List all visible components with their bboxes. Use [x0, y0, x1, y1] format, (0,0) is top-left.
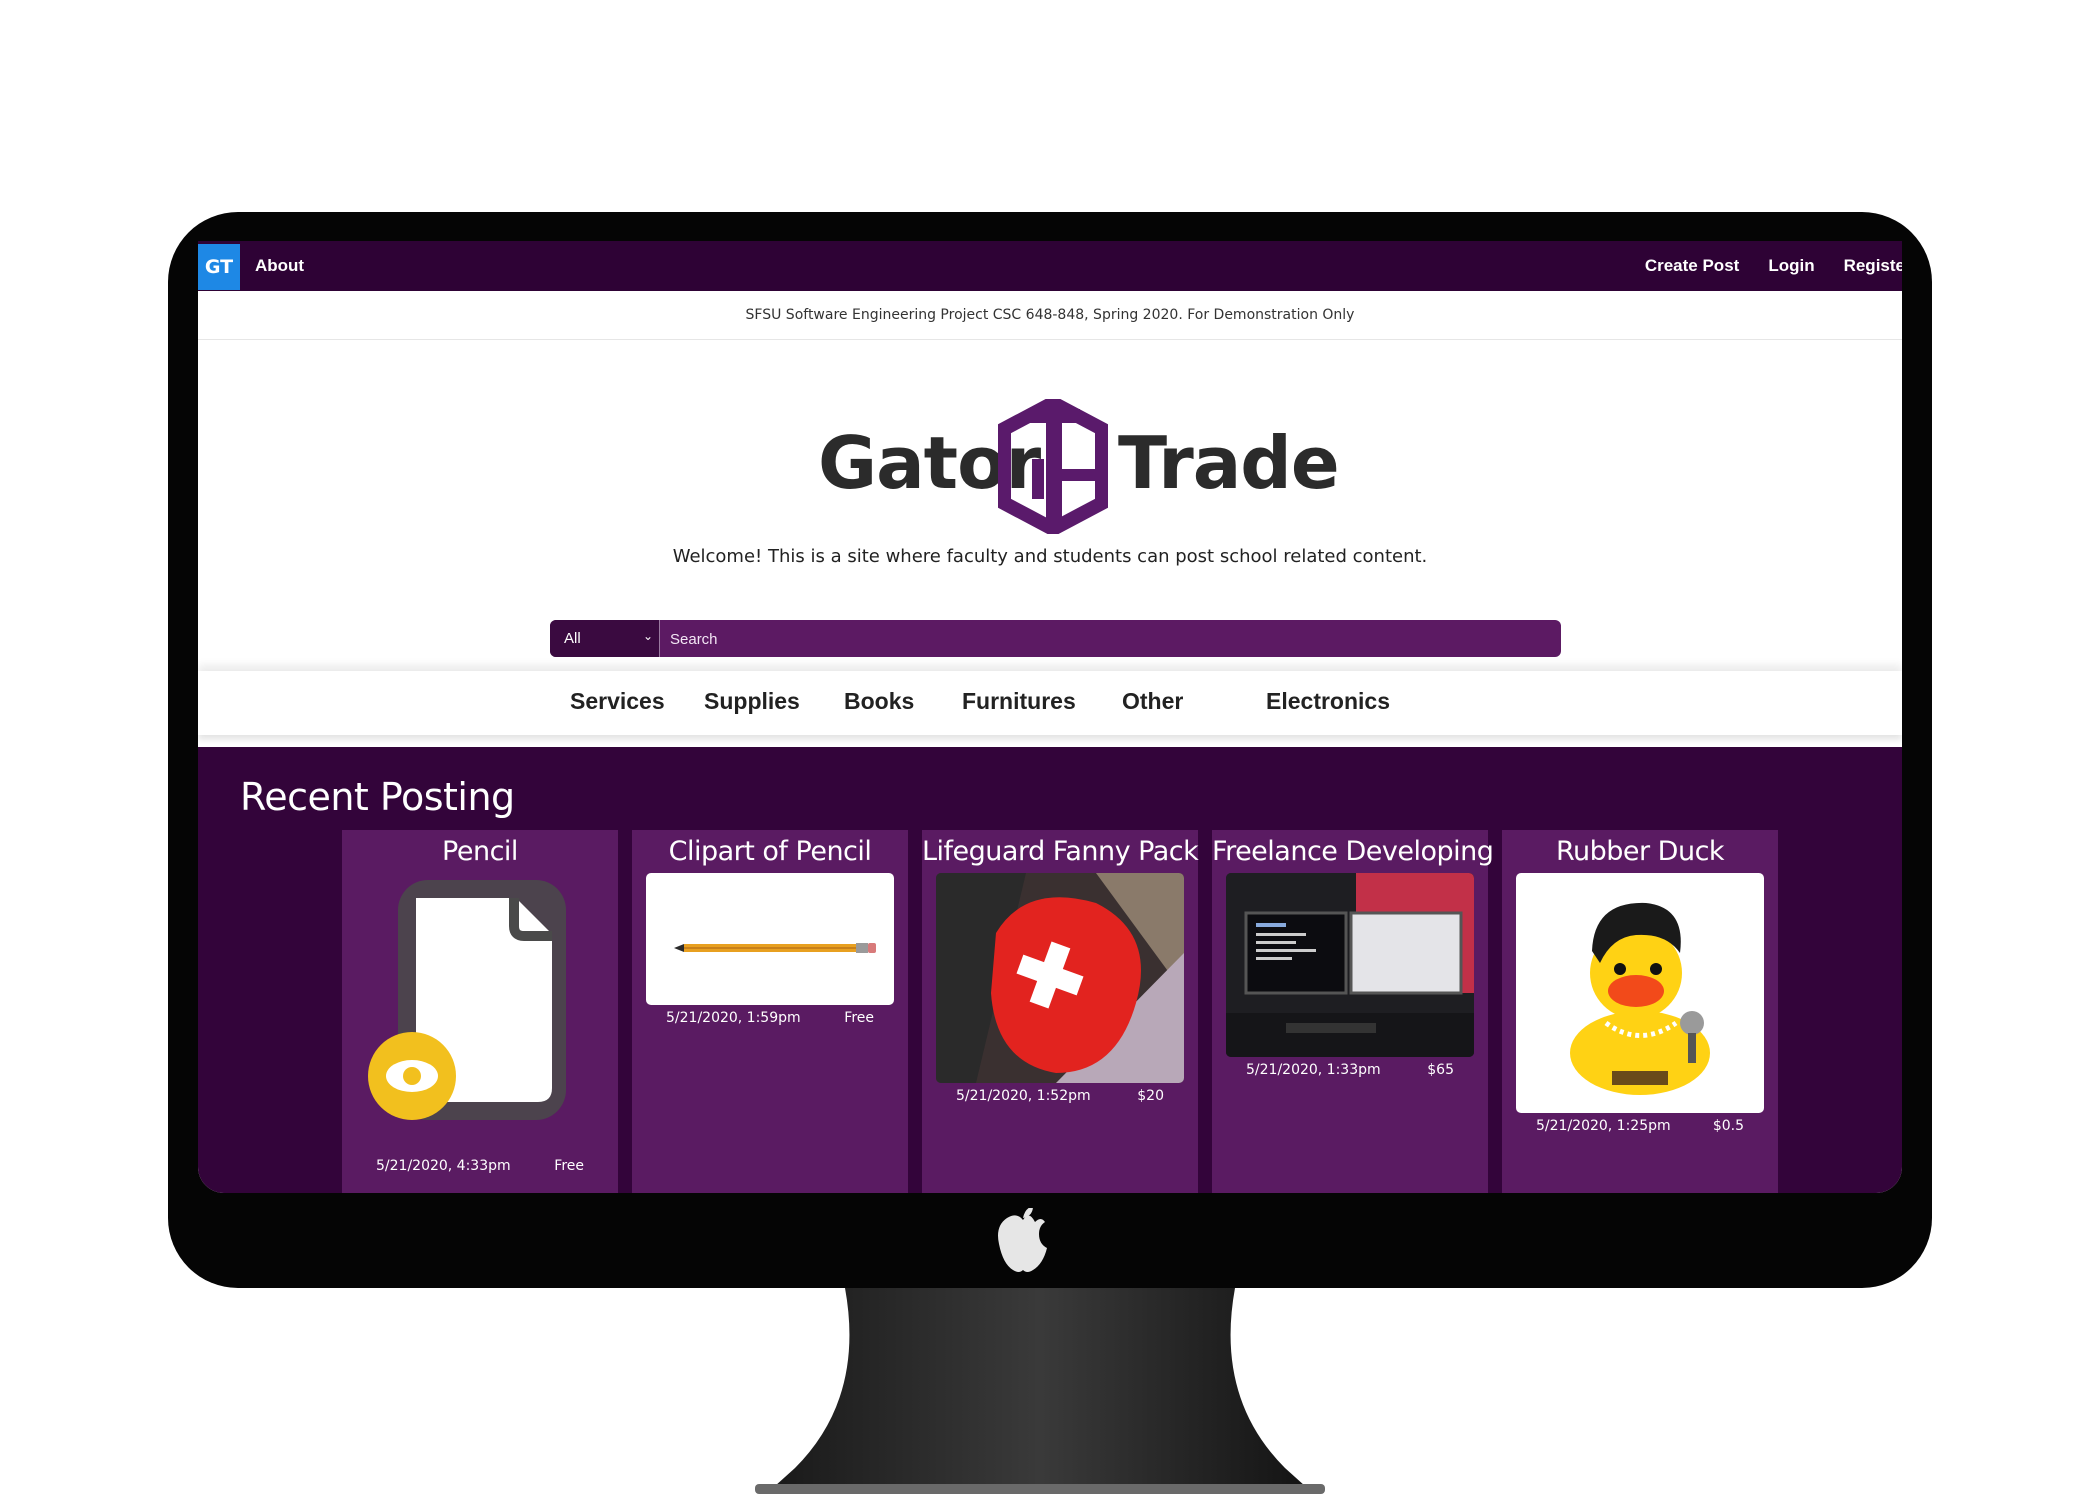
nav-right-links: Create Post Login Registe	[1645, 256, 1902, 276]
post-image[interactable]	[1226, 873, 1474, 1057]
category-link-books[interactable]: Books	[844, 688, 914, 715]
developer-desk-photo	[1226, 873, 1474, 1057]
browser-viewport: GT About Create Post Login Registe SFSU …	[198, 241, 1902, 1193]
post-title: Pencil	[442, 836, 518, 867]
welcome-message: Welcome! This is a site where faculty an…	[672, 546, 1428, 567]
demo-notice-banner: SFSU Software Engineering Project CSC 64…	[198, 291, 1902, 340]
brand-logo-icon: GT	[204, 256, 234, 278]
monitor-stand	[755, 1288, 1325, 1494]
nav-register-link[interactable]: Registe	[1844, 256, 1902, 276]
category-select[interactable]: All ⌄	[550, 620, 660, 657]
post-card[interactable]: Pencil 5/21/2020, 4:33pm Free	[342, 830, 618, 1193]
post-date: 5/21/2020, 1:25pm	[1536, 1118, 1671, 1134]
post-date: 5/21/2020, 1:33pm	[1246, 1062, 1381, 1078]
category-nav: Services Supplies Books Furnitures Other…	[198, 671, 1902, 735]
search-bar: All ⌄	[550, 620, 1561, 657]
post-title: Clipart of Pencil	[668, 836, 872, 867]
pencil-clipart-image	[674, 943, 876, 953]
nav-create-post-link[interactable]: Create Post	[1645, 256, 1739, 276]
post-title: Rubber Duck	[1555, 836, 1725, 867]
brand-logo-button[interactable]: GT	[198, 244, 240, 290]
top-navbar: GT About Create Post Login Registe	[198, 241, 1902, 291]
recent-postings-section: Recent Posting Pencil 5/21/2020, 4:33pm …	[198, 747, 1902, 1193]
post-card[interactable]: Lifeguard Fanny Pack 5/21/2020, 1:52pm $…	[922, 830, 1199, 1193]
category-link-other[interactable]: Other	[1122, 688, 1183, 715]
post-price: $0.5	[1712, 1118, 1744, 1134]
logo-word-right: Trade	[1118, 421, 1340, 505]
category-link-services[interactable]: Services	[570, 688, 665, 715]
post-title: Lifeguard Fanny Pack	[922, 836, 1199, 867]
nav-login-link[interactable]: Login	[1768, 256, 1814, 276]
file-placeholder-icon	[368, 880, 566, 1120]
post-card[interactable]: Rubber Duck 5/21/2020, 1:25pm $0.5	[1502, 830, 1778, 1193]
post-title: Freelance Developing	[1212, 836, 1494, 867]
post-image[interactable]	[936, 873, 1184, 1083]
post-image[interactable]	[646, 873, 894, 1005]
category-link-furnitures[interactable]: Furnitures	[962, 688, 1076, 715]
search-input[interactable]	[660, 620, 1561, 657]
chevron-down-icon: ⌄	[642, 629, 653, 643]
post-date: 5/21/2020, 1:59pm	[666, 1010, 801, 1026]
recent-postings-heading: Recent Posting	[240, 775, 515, 819]
post-date: 5/21/2020, 4:33pm	[376, 1158, 511, 1174]
category-select-value: All	[564, 630, 581, 647]
rubber-duck-photo	[1570, 902, 1710, 1095]
nav-about-link[interactable]: About	[255, 256, 304, 276]
apple-logo-icon	[998, 1208, 1047, 1272]
gator-trade-logo[interactable]: Gator Trade	[818, 399, 1340, 539]
category-link-electronics[interactable]: Electronics	[1266, 688, 1390, 715]
post-card[interactable]: Clipart of Pencil 5/21/2020, 1:59pm Free	[632, 830, 908, 1193]
post-price: $65	[1427, 1062, 1454, 1078]
post-card[interactable]: Freelance Developing 5/21/2020, 1:33pm $…	[1212, 830, 1494, 1193]
post-price: Free	[554, 1158, 584, 1174]
post-date: 5/21/2020, 1:52pm	[956, 1088, 1091, 1104]
gt-hexagon-logo-icon	[998, 399, 1108, 534]
fanny-pack-photo	[936, 873, 1184, 1083]
post-image[interactable]	[1516, 873, 1764, 1113]
post-price: Free	[844, 1010, 874, 1026]
category-link-supplies[interactable]: Supplies	[704, 688, 800, 715]
post-price: $20	[1137, 1088, 1164, 1104]
